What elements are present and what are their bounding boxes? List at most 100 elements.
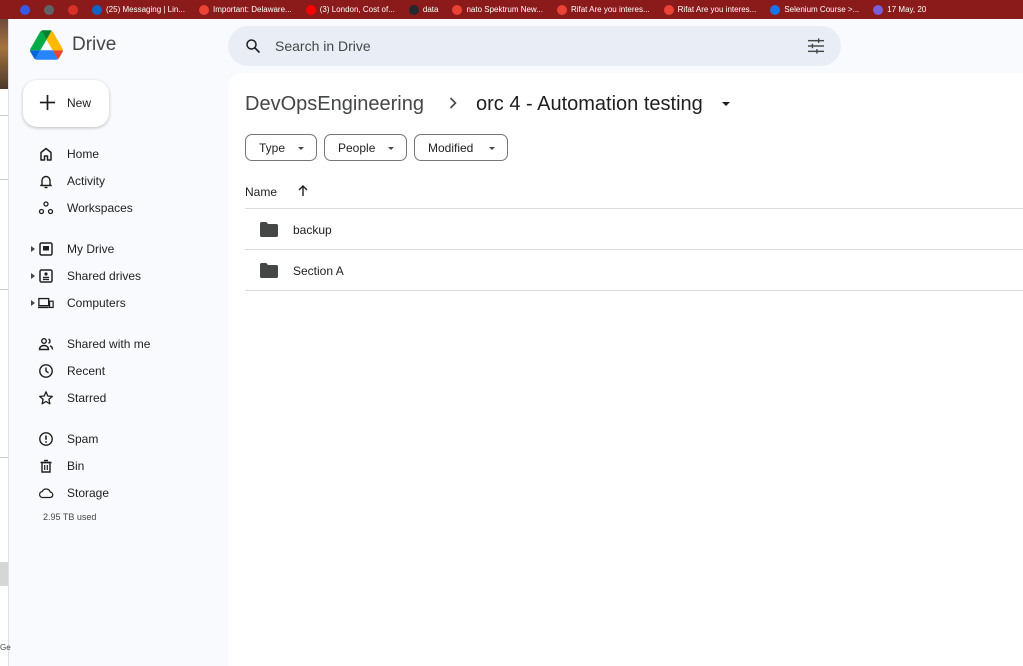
gear-icon bbox=[873, 4, 884, 15]
sidebar-item-label: Starred bbox=[67, 391, 107, 405]
bookmark-label: Important: Delaware... bbox=[213, 5, 292, 14]
filter-modified-label: Modified bbox=[428, 141, 474, 155]
gmail-icon bbox=[199, 4, 210, 15]
expand-caret-icon[interactable] bbox=[31, 273, 35, 279]
sidebar-item-starred[interactable]: Starred bbox=[30, 387, 220, 409]
shield-icon bbox=[770, 4, 781, 15]
extension-icon bbox=[44, 4, 54, 15]
chevron-down-icon bbox=[388, 147, 394, 150]
sidebar-item-label: Shared with me bbox=[67, 337, 151, 351]
divider bbox=[245, 290, 1023, 291]
bookmark-item[interactable]: Important: Delaware... bbox=[199, 4, 292, 15]
computers-icon bbox=[38, 297, 54, 309]
heart-icon bbox=[68, 4, 78, 15]
bookmark-label: data bbox=[422, 5, 439, 14]
sidebar-item-computers[interactable]: Computers bbox=[30, 292, 220, 314]
chevron-down-icon bbox=[489, 147, 495, 150]
search-input[interactable] bbox=[275, 36, 775, 56]
filter-people-chip[interactable]: People bbox=[324, 134, 407, 161]
bookmark-label: Rifat Are you interes... bbox=[677, 5, 757, 14]
bookmarks-bar: (25) Messaging | Lin... Important: Delawa… bbox=[0, 0, 1023, 19]
filter-type-label: Type bbox=[259, 141, 286, 155]
background-photo bbox=[0, 19, 8, 89]
expand-caret-icon[interactable] bbox=[31, 300, 35, 306]
spam-icon bbox=[39, 432, 53, 446]
sidebar-item-shared-drives[interactable]: Shared drives bbox=[30, 265, 220, 287]
background-text: Ge bbox=[0, 643, 11, 652]
sidebar-item-label: Home bbox=[67, 147, 100, 161]
bookmark-item[interactable]: (3) London, Cost of... bbox=[305, 4, 395, 15]
table-row[interactable]: Section A bbox=[245, 250, 1023, 290]
home-icon bbox=[40, 147, 52, 161]
drive-logo-icon bbox=[30, 30, 63, 60]
bookmark-item[interactable]: (25) Messaging | Lin... bbox=[92, 4, 185, 15]
app-title: Drive bbox=[72, 34, 117, 55]
arrow-up-icon[interactable] bbox=[297, 184, 309, 197]
bookmark-item[interactable]: nato Spektrum New... bbox=[452, 4, 543, 15]
drive-logo[interactable]: Drive bbox=[30, 30, 116, 60]
sidebar-item-label: Recent bbox=[67, 364, 106, 378]
filter-type-chip[interactable]: Type bbox=[245, 134, 317, 161]
column-header-name[interactable]: Name bbox=[245, 185, 277, 199]
bookmark-label: (3) London, Cost of... bbox=[319, 5, 395, 14]
filter-modified-chip[interactable]: Modified bbox=[414, 134, 508, 161]
sidebar-item-label: Bin bbox=[67, 459, 85, 473]
folder-icon bbox=[260, 263, 278, 278]
bookmark-item[interactable]: data bbox=[408, 4, 439, 15]
bookmark-label: 17 May, 20 bbox=[887, 5, 927, 14]
filter-people-label: People bbox=[338, 141, 376, 155]
background-window-sliver: Ge bbox=[0, 19, 11, 666]
divider bbox=[0, 115, 8, 116]
gmail-icon bbox=[663, 4, 674, 15]
sidebar-item-storage[interactable]: Storage bbox=[30, 482, 220, 504]
new-button[interactable]: New bbox=[23, 80, 109, 127]
github-icon bbox=[408, 4, 419, 15]
search-options-icon[interactable] bbox=[807, 38, 825, 54]
star-icon bbox=[39, 391, 53, 405]
bookmark-item[interactable] bbox=[68, 4, 78, 15]
main-panel: DevOpsEngineering orc 4 - Automation tes… bbox=[228, 73, 1023, 666]
bookmark-item[interactable]: Rifat Are you interes... bbox=[663, 4, 757, 15]
sidebar-item-label: Storage bbox=[67, 486, 110, 500]
sidebar-item-shared-with-me[interactable]: Shared with me bbox=[30, 333, 220, 355]
bookmark-item[interactable] bbox=[20, 4, 30, 15]
my-drive-icon bbox=[39, 242, 53, 256]
table-row[interactable]: backup bbox=[245, 209, 1023, 249]
sidebar-item-workspaces[interactable]: Workspaces bbox=[30, 197, 220, 219]
gmail-icon bbox=[556, 4, 567, 15]
gmail-icon bbox=[452, 4, 463, 15]
chevron-down-icon bbox=[298, 147, 304, 150]
sidebar-item-my-drive[interactable]: My Drive bbox=[30, 238, 220, 260]
sidebar-item-spam[interactable]: Spam bbox=[30, 428, 220, 450]
storage-used-text: 2.95 TB used bbox=[43, 512, 97, 522]
chevron-right-icon bbox=[449, 97, 457, 109]
bookmark-item[interactable]: Selenium Course >... bbox=[770, 4, 860, 15]
search-bar[interactable] bbox=[228, 26, 841, 66]
breadcrumb-dropdown-icon[interactable] bbox=[722, 102, 730, 106]
folder-icon bbox=[260, 222, 278, 237]
sidebar-item-label: Workspaces bbox=[67, 201, 133, 215]
bookmark-label: nato Spektrum New... bbox=[466, 5, 543, 14]
sidebar-item-activity[interactable]: Activity bbox=[30, 170, 220, 192]
search-icon[interactable] bbox=[244, 37, 262, 55]
breadcrumb-root[interactable]: DevOpsEngineering bbox=[245, 93, 424, 116]
sidebar-item-home[interactable]: Home bbox=[30, 143, 220, 165]
breadcrumb-current[interactable]: orc 4 - Automation testing bbox=[476, 93, 703, 116]
bookmark-item[interactable]: 17 May, 20 bbox=[873, 4, 927, 15]
bookmark-item[interactable]: Rifat Are you interes... bbox=[556, 4, 650, 15]
sidebar-item-recent[interactable]: Recent bbox=[30, 360, 220, 382]
workspaces-icon bbox=[38, 201, 54, 215]
bookmark-label: Selenium Course >... bbox=[784, 5, 860, 14]
shared-drives-icon bbox=[39, 269, 53, 283]
wordpress-icon bbox=[20, 4, 30, 15]
divider bbox=[0, 289, 8, 290]
youtube-icon bbox=[305, 4, 316, 15]
clock-icon bbox=[39, 364, 53, 378]
file-name: Section A bbox=[293, 264, 344, 278]
divider bbox=[0, 179, 8, 180]
sidebar-item-label: Computers bbox=[67, 296, 126, 310]
sidebar-item-bin[interactable]: Bin bbox=[30, 455, 220, 477]
expand-caret-icon[interactable] bbox=[31, 246, 35, 252]
trash-icon bbox=[40, 459, 52, 473]
bookmark-item[interactable] bbox=[44, 4, 54, 15]
